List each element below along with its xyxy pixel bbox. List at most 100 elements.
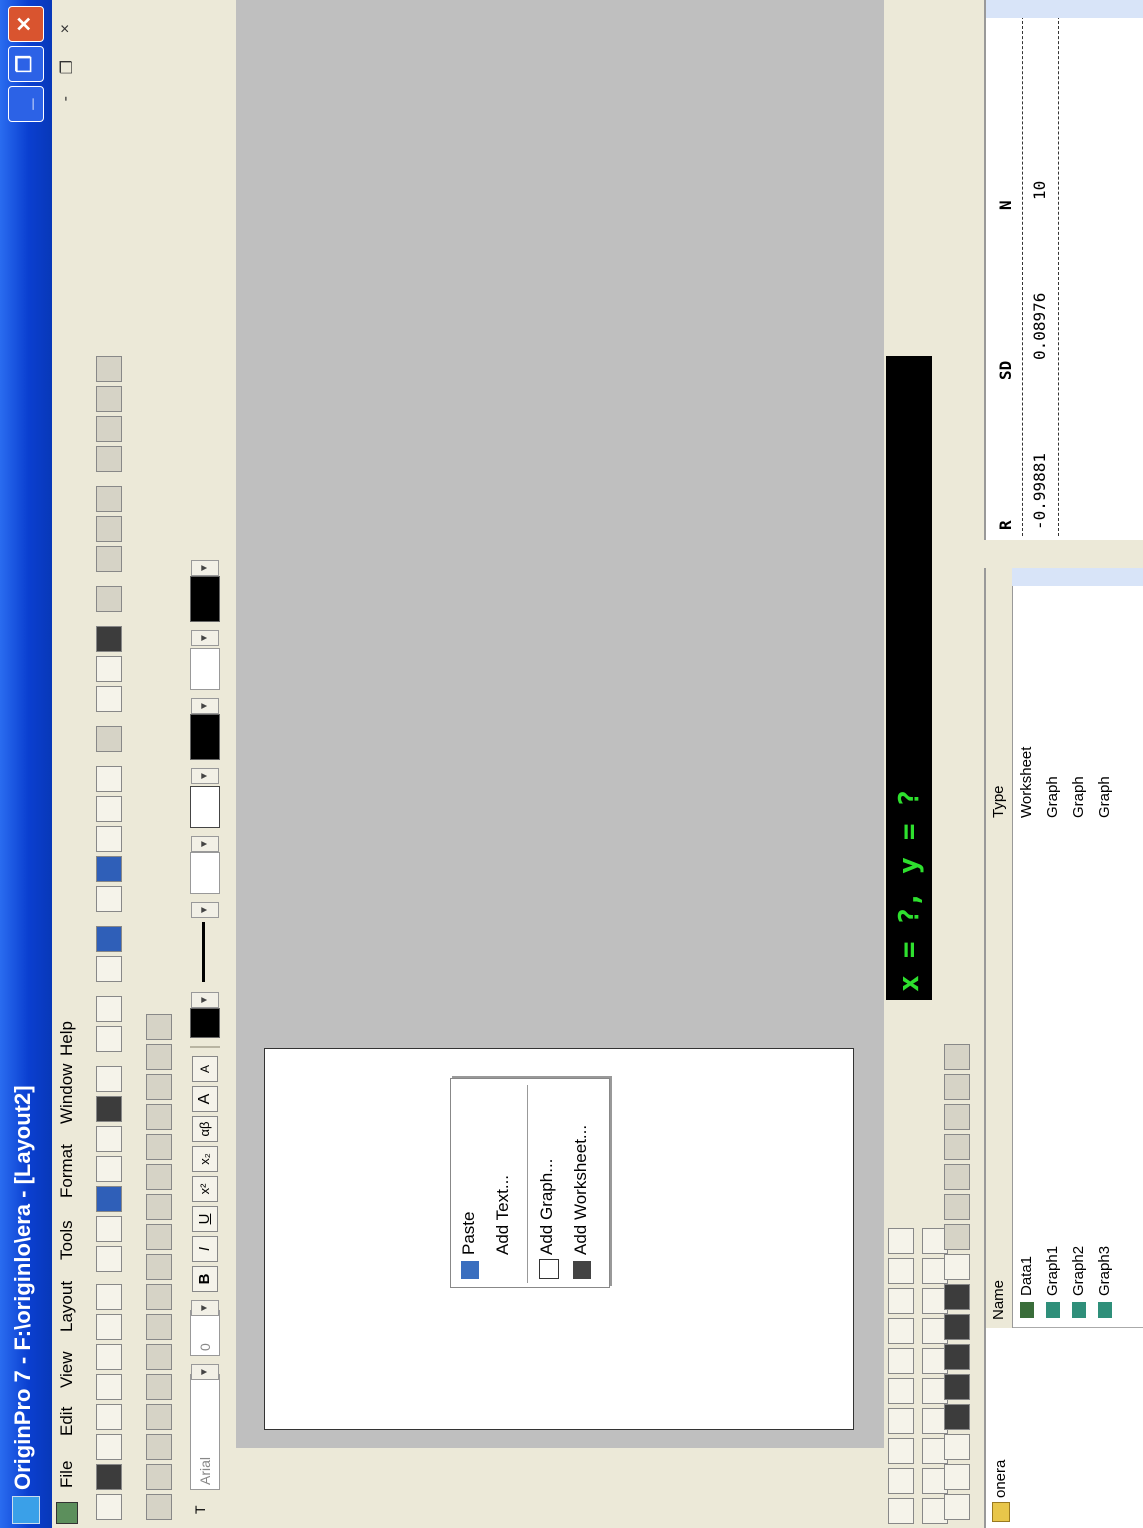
align-horizontal-icon[interactable]: [146, 1344, 172, 1370]
template-library-icon[interactable]: [944, 1044, 970, 1070]
line-width-select[interactable]: [190, 852, 220, 894]
folder-name[interactable]: onera: [992, 1460, 1009, 1498]
line-color-swatch[interactable]: [190, 714, 220, 760]
menu-file[interactable]: File: [57, 1461, 77, 1488]
duplicate-icon[interactable]: [96, 926, 122, 952]
contour-plot-icon[interactable]: [944, 1224, 970, 1250]
poly-tool-icon[interactable]: [888, 1228, 914, 1254]
arrow-tool-icon[interactable]: [888, 1348, 914, 1374]
align-top-icon[interactable]: [146, 1434, 172, 1460]
bring-to-front-icon[interactable]: [146, 1314, 172, 1340]
align-left-icon[interactable]: [146, 1494, 172, 1520]
refresh-icon[interactable]: [96, 956, 122, 982]
layout-grid-6-icon[interactable]: [96, 386, 122, 412]
pattern-select[interactable]: [190, 648, 220, 690]
mdi-close-button[interactable]: ×: [57, 24, 75, 33]
line-width-dropdown-icon[interactable]: ▼: [191, 836, 219, 852]
save-project-icon[interactable]: [96, 1186, 122, 1212]
group-objects-icon[interactable]: [146, 1134, 172, 1160]
data-selector-icon[interactable]: [888, 1378, 914, 1404]
minimize-button[interactable]: _: [8, 86, 44, 122]
screen-reader-icon[interactable]: [888, 1438, 914, 1464]
ungroup-icon[interactable]: [146, 1224, 172, 1250]
results-scrollbar[interactable]: [986, 0, 1143, 18]
new-worksheet-icon[interactable]: [96, 1464, 122, 1490]
script-window-icon[interactable]: [96, 826, 122, 852]
line-style-dropdown-icon[interactable]: ▼: [191, 902, 219, 918]
fill-color-dropdown-icon[interactable]: ▼: [191, 560, 219, 576]
new-layout-icon[interactable]: [96, 1314, 122, 1340]
line-color-dropdown-icon[interactable]: ▼: [191, 698, 219, 714]
whole-page-icon[interactable]: [96, 626, 122, 652]
front-icon[interactable]: [146, 1194, 172, 1220]
import-excel-icon[interactable]: [96, 1066, 122, 1092]
layout-window-icon[interactable]: [56, 1502, 78, 1524]
hi-lo-close-icon[interactable]: [944, 1104, 970, 1130]
font-size-dropdown-icon[interactable]: ▼: [191, 1300, 219, 1316]
box-chart-icon[interactable]: [944, 1074, 970, 1100]
bold-button[interactable]: B: [192, 1266, 218, 1292]
fill-area-icon[interactable]: [944, 1254, 970, 1280]
project-explorer-icon[interactable]: [96, 886, 122, 912]
back-icon[interactable]: [146, 1164, 172, 1190]
column-plot-icon[interactable]: [944, 1404, 970, 1430]
arrange-icon[interactable]: [146, 1044, 172, 1070]
fill-pattern-select[interactable]: [190, 786, 220, 828]
superscript-button[interactable]: x²: [192, 1176, 218, 1202]
import-ascii-icon[interactable]: [96, 1126, 122, 1152]
new-excel-icon[interactable]: [96, 1434, 122, 1460]
close-button[interactable]: ✕: [8, 6, 44, 42]
area-plot-icon[interactable]: [944, 1284, 970, 1310]
align-bottom-icon[interactable]: [146, 1404, 172, 1430]
layout-grid-3-icon[interactable]: [96, 486, 122, 512]
menu-tools[interactable]: Tools: [57, 1220, 77, 1260]
zoom-tool-icon[interactable]: [888, 1468, 914, 1494]
font-name-dropdown-icon[interactable]: ▼: [191, 1364, 219, 1380]
line-symbol-plot-icon[interactable]: [944, 1434, 970, 1460]
send-to-back-icon[interactable]: [146, 1284, 172, 1310]
fill-pattern-dropdown-icon[interactable]: ▼: [191, 768, 219, 784]
greek-button[interactable]: αβ: [192, 1116, 218, 1142]
new-function-icon[interactable]: [96, 1344, 122, 1370]
stacked-column-icon[interactable]: [944, 1344, 970, 1370]
clock-icon[interactable]: [96, 356, 122, 382]
layout-grid-1-icon[interactable]: [96, 546, 122, 572]
circle-tool-icon[interactable]: [888, 1258, 914, 1284]
increase-font-button[interactable]: A: [192, 1086, 218, 1112]
zoom-in-icon[interactable]: [96, 686, 122, 712]
italic-button[interactable]: I: [192, 1236, 218, 1262]
new-notes-icon[interactable]: [96, 1284, 122, 1310]
mdi-restore-button[interactable]: ❐: [57, 60, 77, 74]
line-tool-icon[interactable]: [888, 1318, 914, 1344]
add-new-column-icon[interactable]: [96, 766, 122, 792]
group-icon[interactable]: [146, 1254, 172, 1280]
menu-window[interactable]: Window: [57, 1064, 77, 1124]
restore-button[interactable]: ❐: [8, 46, 44, 82]
menu-item-add-graph[interactable]: Add Graph...: [537, 1159, 557, 1255]
fill-color-swatch[interactable]: [190, 576, 220, 622]
scatter-plot-icon[interactable]: [944, 1464, 970, 1490]
pie-chart-icon[interactable]: [944, 1314, 970, 1340]
menu-view[interactable]: View: [57, 1351, 77, 1388]
layout-grid-2-icon[interactable]: [96, 516, 122, 542]
open-icon[interactable]: [96, 1246, 122, 1272]
layout-grid-5-icon[interactable]: [96, 416, 122, 442]
bar-plot-icon[interactable]: [944, 1374, 970, 1400]
new-graph-icon[interactable]: [96, 1404, 122, 1430]
zoom-out-icon[interactable]: [96, 656, 122, 682]
print-icon[interactable]: [96, 1026, 122, 1052]
code-builder-icon[interactable]: [96, 796, 122, 822]
menu-help[interactable]: Help: [57, 1021, 77, 1056]
pointer-tool-icon[interactable]: [888, 1498, 914, 1524]
decrease-font-button[interactable]: A: [192, 1056, 218, 1082]
layout-grid-4-icon[interactable]: [96, 446, 122, 472]
fit-page-icon[interactable]: [146, 1014, 172, 1040]
explorer-scrollbar[interactable]: [1012, 568, 1143, 586]
subscript-button[interactable]: x₂: [192, 1146, 218, 1172]
new-matrix-icon[interactable]: [96, 1374, 122, 1400]
align-right-icon[interactable]: [146, 1464, 172, 1490]
line-plot-icon[interactable]: [944, 1494, 970, 1520]
font-name-select[interactable]: Arial: [190, 1374, 220, 1490]
font-color-swatch[interactable]: [190, 1008, 220, 1038]
menu-item-add-worksheet[interactable]: Add Worksheet...: [571, 1125, 591, 1255]
